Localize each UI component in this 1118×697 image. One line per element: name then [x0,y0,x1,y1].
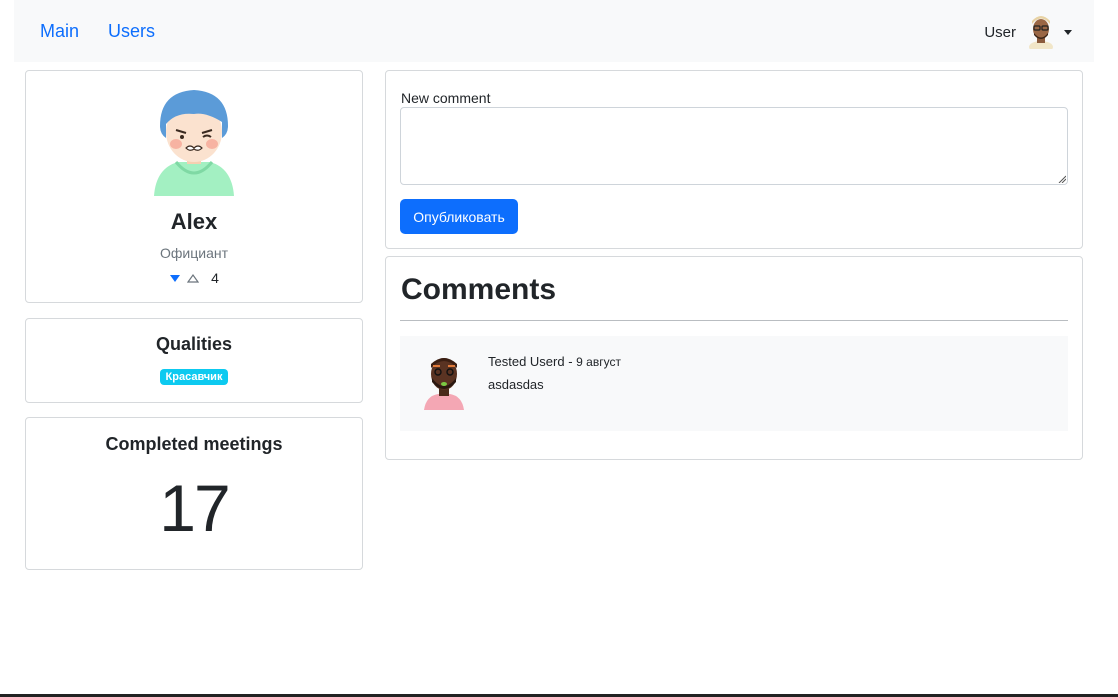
profile-profession: Официант [160,245,228,261]
top-navbar: Main Users User [14,0,1094,62]
comment-separator: - [564,354,577,369]
publish-button[interactable]: Опубликовать [400,199,518,234]
rate-widget: 4 [26,270,362,286]
comment-item: Tested Userd - 9 август asdasdas [400,336,1068,431]
meetings-title: Completed meetings [105,434,283,454]
profile-name: Alex [170,209,218,234]
commenter-avatar-icon [424,358,464,410]
comment-author: Tested Userd [488,354,565,369]
new-comment-label: New comment [401,90,491,106]
triangle-down-filled-icon[interactable] [169,272,181,284]
nav-link-users[interactable]: Users [108,21,155,42]
triangle-up-outline-icon[interactable] [187,272,200,284]
quality-badge: Красавчик [159,369,229,385]
new-comment-textarea[interactable] [400,107,1068,185]
nav-link-main[interactable]: Main [40,21,79,42]
new-comment-card: New comment Опубликовать [385,70,1083,249]
rate-value: 4 [211,270,219,286]
user-avatar-icon [1029,16,1053,49]
qualities-badge-list: Красавчик [26,367,362,385]
comment-date: 9 август [576,355,621,369]
resize-grip-icon[interactable] [1058,175,1066,183]
caret-down-icon [1064,29,1072,35]
meetings-count: 17 [159,471,230,545]
comments-divider [400,320,1068,321]
qualities-title: Qualities [155,334,233,354]
completed-meetings-card: Completed meetings 17 [25,417,363,570]
comment-text: asdasdas [488,377,544,392]
comment-meta: Tested Userd - 9 август [488,354,621,369]
user-profile-card: Alex Официант 4 [25,70,363,303]
user-menu-dropdown[interactable]: User [984,14,1072,50]
comments-title: Comments [401,273,557,306]
profile-avatar-icon [154,90,234,196]
qualities-card: Qualities Красавчик [25,318,363,403]
comments-card: Comments Tested Userd - 9 август asdasda… [385,256,1083,460]
user-menu-label: User [984,23,1016,41]
